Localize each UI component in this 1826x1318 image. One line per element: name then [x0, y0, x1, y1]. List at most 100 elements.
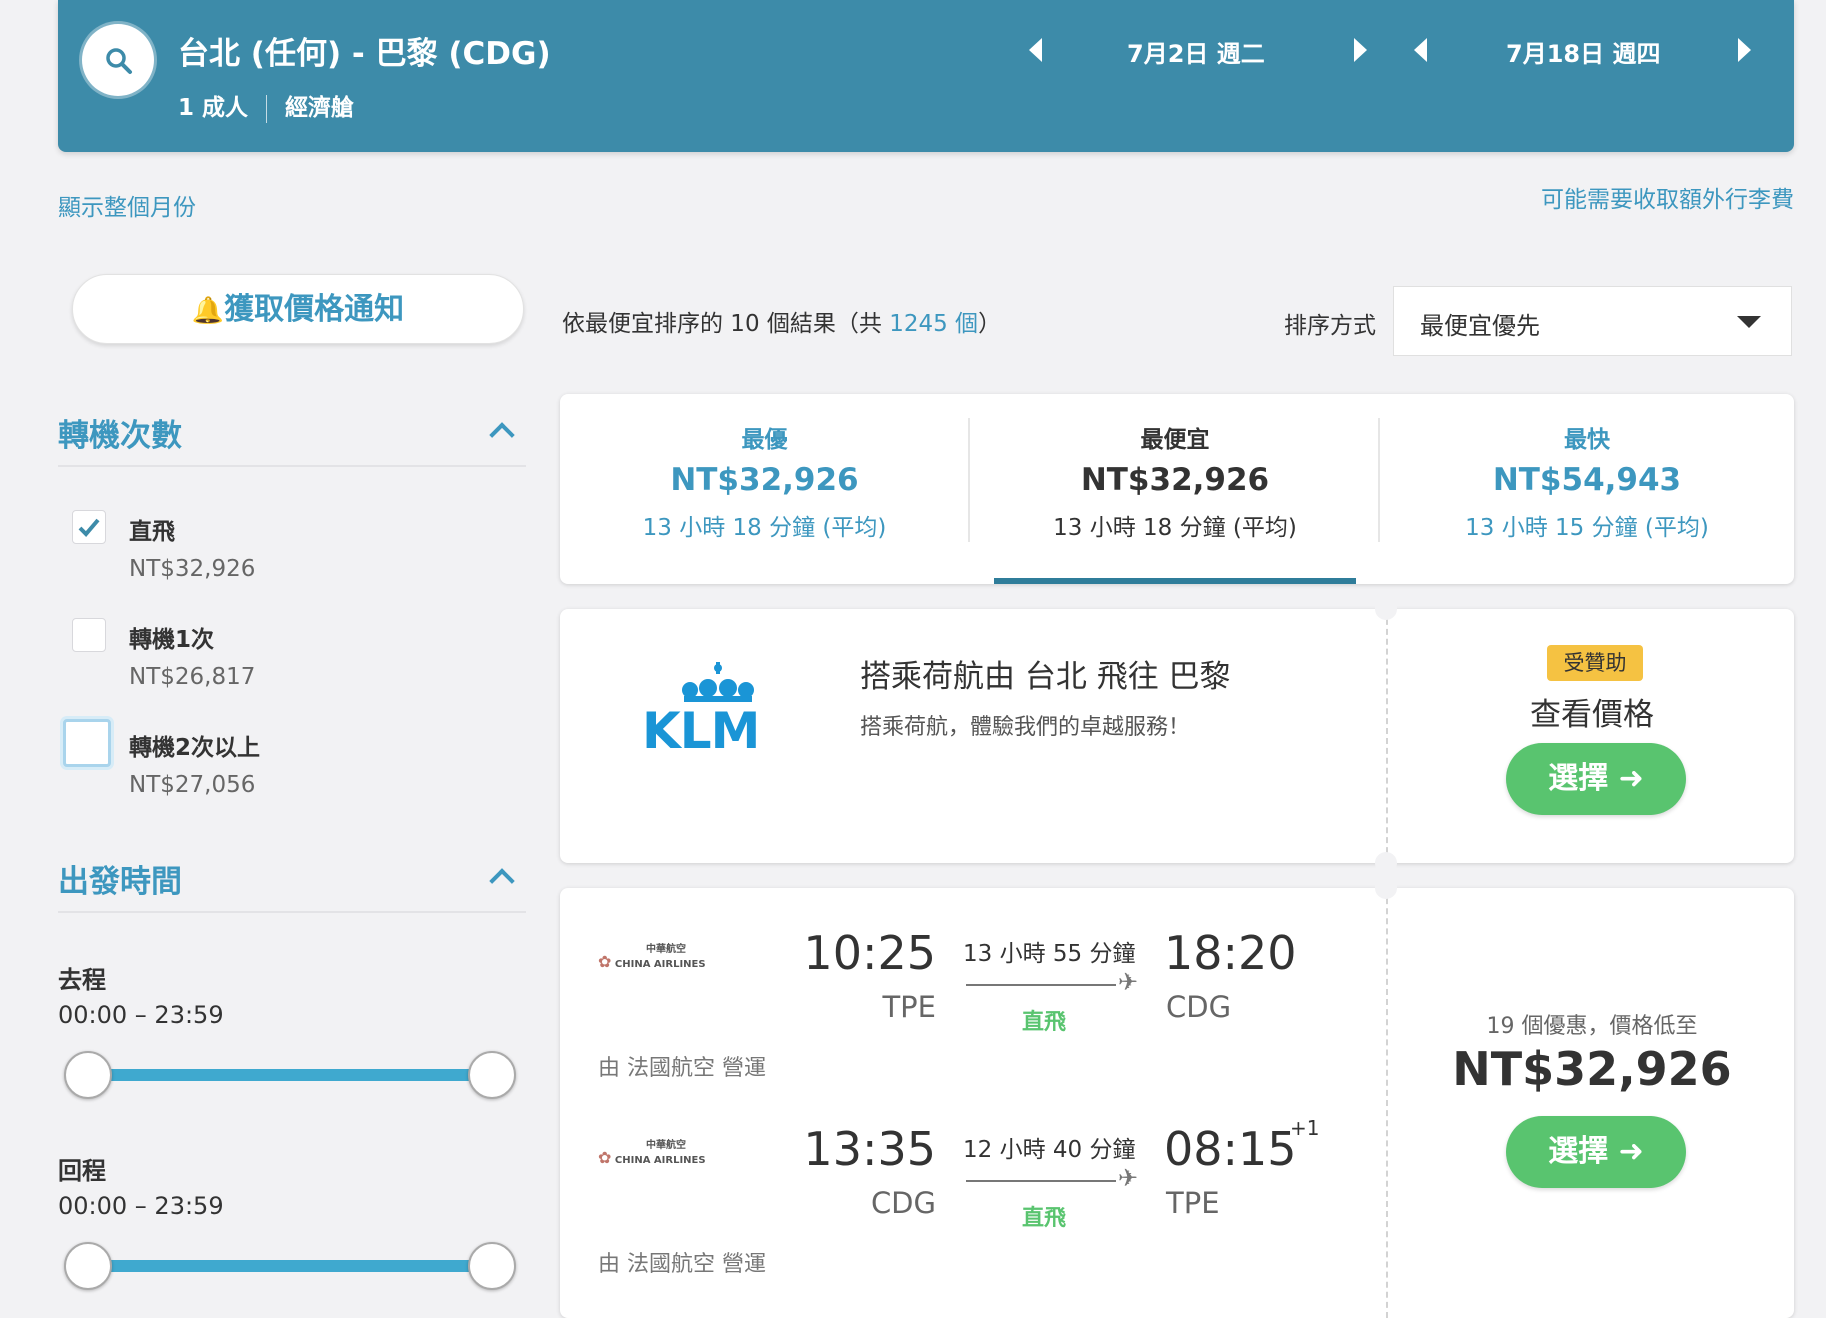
stops-filter-title[interactable]: 轉機次數 — [58, 410, 182, 455]
leg2-duration: 12 小時 40 分鐘 — [963, 1137, 1136, 1163]
outbound-range: 00:00 – 23:59 — [58, 1001, 224, 1029]
airline-name: CHINA AIRLINES — [614, 1155, 706, 1166]
search-header: 台北 (任何) - 巴黎 (CDG) 1 成人 經濟艙 7月2日 週二 7月18日… — [58, 0, 1794, 152]
sort-label: 排序方式 — [1284, 313, 1376, 339]
depart-next-arrow-icon[interactable] — [1354, 38, 1367, 62]
bell-icon: 🔔 — [191, 296, 225, 326]
price-alert-button[interactable]: 🔔獲取價格通知 — [72, 274, 524, 344]
stops-two-plus-checkbox[interactable] — [63, 719, 111, 767]
flight-select-button[interactable]: 選擇 ➜ — [1506, 1116, 1686, 1188]
sponsored-badge: 受贊助 — [1547, 645, 1643, 681]
return-date[interactable]: 7月18日 週四 — [1506, 34, 1660, 69]
price-alert-label: 獲取價格通知 — [224, 292, 405, 327]
ticket-divider — [1386, 888, 1388, 1318]
return-prev-arrow-icon[interactable] — [1414, 38, 1427, 62]
show-month-link[interactable]: 顯示整個月份 — [58, 188, 196, 222]
divider — [58, 911, 526, 913]
view-price-label: 查看價格 — [1530, 697, 1654, 733]
return-range: 00:00 – 23:59 — [58, 1192, 224, 1220]
depart-prev-arrow-icon[interactable] — [1029, 38, 1042, 62]
tab-cheapest-duration: 13 小時 18 分鐘 (平均) — [1053, 515, 1297, 541]
tab-best[interactable]: 最優 NT$32,926 13 小時 18 分鐘 (平均) — [560, 394, 969, 584]
tab-fastest-label: 最快 — [1564, 427, 1610, 453]
klm-wordmark: KLM — [642, 702, 760, 760]
return-next-arrow-icon[interactable] — [1738, 38, 1751, 62]
china-airlines-logo: ✿ CHINA AIRLINES 中華航空 — [598, 944, 706, 971]
arrow-right-icon: ➜ — [1618, 1134, 1644, 1169]
outbound-label: 去程 — [58, 966, 106, 994]
depart-date[interactable]: 7月2日 週二 — [1127, 34, 1265, 69]
leg2-operated-by: 由 法國航空 營運 — [598, 1252, 766, 1277]
airline-name: CHINA AIRLINES — [614, 959, 706, 970]
flight-result-card[interactable]: ✿ CHINA AIRLINES 中華航空 10:25 TPE 13 小時 55 … — [560, 888, 1794, 1318]
divider — [58, 465, 526, 467]
stops-one-price: NT$26,817 — [129, 664, 256, 690]
ad-subtitle: 搭乘荷航，體驗我們的卓越服務！ — [860, 715, 1191, 740]
klm-logo: KLM — [642, 662, 792, 762]
leg2-stops: 直飛 — [1022, 1206, 1067, 1231]
leg2-depart-time: 13:35 — [803, 1122, 936, 1176]
airplane-icon: ✈ — [1118, 968, 1139, 996]
arrow-right-icon: ➜ — [1618, 761, 1644, 796]
leg2-depart-code: CDG — [870, 1186, 936, 1220]
leg2-arrive-code: TPE — [1166, 1186, 1220, 1220]
ad-select-label: 選擇 — [1548, 761, 1609, 796]
leg2-route-line — [966, 1180, 1116, 1182]
sort-tabs: 最優 NT$32,926 13 小時 18 分鐘 (平均) 最便宜 NT$32,… — [560, 394, 1794, 584]
sponsored-card: KLM 搭乘荷航由 台北 飛往 巴黎 搭乘荷航，體驗我們的卓越服務！ 受贊助 查… — [560, 609, 1794, 863]
chevron-up-icon[interactable] — [489, 422, 515, 448]
stops-two-plus-label[interactable]: 轉機2次以上 — [129, 728, 260, 762]
stops-one-checkbox[interactable] — [72, 618, 106, 652]
leg1-route-line — [966, 984, 1116, 986]
return-label: 回程 — [58, 1157, 106, 1185]
cabin-class: 經濟艙 — [285, 95, 355, 121]
ticket-notch — [1375, 852, 1397, 874]
passenger-cabin[interactable]: 1 成人 經濟艙 — [178, 88, 354, 123]
chevron-up-icon[interactable] — [489, 868, 515, 894]
route-title[interactable]: 台北 (任何) - 巴黎 (CDG) — [178, 28, 551, 73]
flight-select-label: 選擇 — [1548, 1134, 1609, 1169]
return-time-slider[interactable] — [88, 1260, 492, 1272]
tab-fastest[interactable]: 最快 NT$54,943 13 小時 15 分鐘 (平均) — [1380, 394, 1794, 584]
tab-cheapest-price: NT$32,926 — [1080, 462, 1270, 498]
ad-title[interactable]: 搭乘荷航由 台北 飛往 巴黎 — [860, 651, 1231, 696]
crown-icon — [682, 662, 754, 702]
sort-dropdown[interactable]: 最便宜優先 — [1393, 286, 1792, 356]
results-total-count: 1245 個 — [889, 311, 979, 337]
leg1-arrive-code: CDG — [1166, 990, 1232, 1024]
stops-direct-label[interactable]: 直飛 — [129, 512, 175, 546]
search-icon — [106, 48, 132, 74]
leg1-operated-by: 由 法國航空 營運 — [598, 1056, 766, 1081]
airline-name-cn: 中華航空 — [646, 1140, 686, 1151]
leg1-duration: 13 小時 55 分鐘 — [963, 941, 1136, 967]
outbound-end-handle[interactable] — [468, 1051, 516, 1099]
airplane-icon: ✈ — [1118, 1164, 1139, 1192]
leg2-arrive-time: 08:15 — [1164, 1122, 1297, 1176]
stops-direct-checkbox[interactable] — [72, 510, 106, 544]
baggage-fee-link[interactable]: 可能需要收取額外行李費 — [1541, 180, 1794, 214]
results-summary-suffix: ） — [978, 311, 1002, 337]
results-summary: 依最便宜排序的 10 個結果（共 1245 個） — [562, 304, 1001, 338]
tab-cheapest[interactable]: 最便宜 NT$32,926 13 小時 18 分鐘 (平均) — [970, 394, 1380, 584]
search-button[interactable] — [82, 24, 154, 96]
tab-best-price: NT$32,926 — [670, 462, 859, 498]
return-start-handle[interactable] — [64, 1242, 112, 1290]
leg1-stops: 直飛 — [1022, 1010, 1067, 1035]
leg1-arrive-time: 18:20 — [1164, 926, 1297, 980]
active-tab-indicator — [994, 578, 1356, 584]
ticket-divider — [1386, 609, 1388, 863]
caret-down-icon — [1737, 316, 1761, 328]
airline-name-cn: 中華航空 — [646, 944, 686, 955]
ad-select-button[interactable]: 選擇 ➜ — [1506, 743, 1686, 815]
ticket-notch — [1375, 877, 1397, 899]
flight-price: NT$32,926 — [1452, 1042, 1732, 1096]
deals-count: 19 個優惠，價格低至 — [1486, 1014, 1698, 1039]
return-end-handle[interactable] — [468, 1242, 516, 1290]
outbound-start-handle[interactable] — [64, 1051, 112, 1099]
departure-time-filter-title[interactable]: 出發時間 — [58, 856, 182, 901]
china-airlines-logo: ✿ CHINA AIRLINES 中華航空 — [598, 1140, 706, 1167]
tab-cheapest-label: 最便宜 — [1140, 427, 1210, 453]
outbound-time-slider[interactable] — [88, 1069, 492, 1081]
stops-one-label[interactable]: 轉機1次 — [129, 620, 214, 654]
tab-best-duration: 13 小時 18 分鐘 (平均) — [642, 515, 887, 541]
